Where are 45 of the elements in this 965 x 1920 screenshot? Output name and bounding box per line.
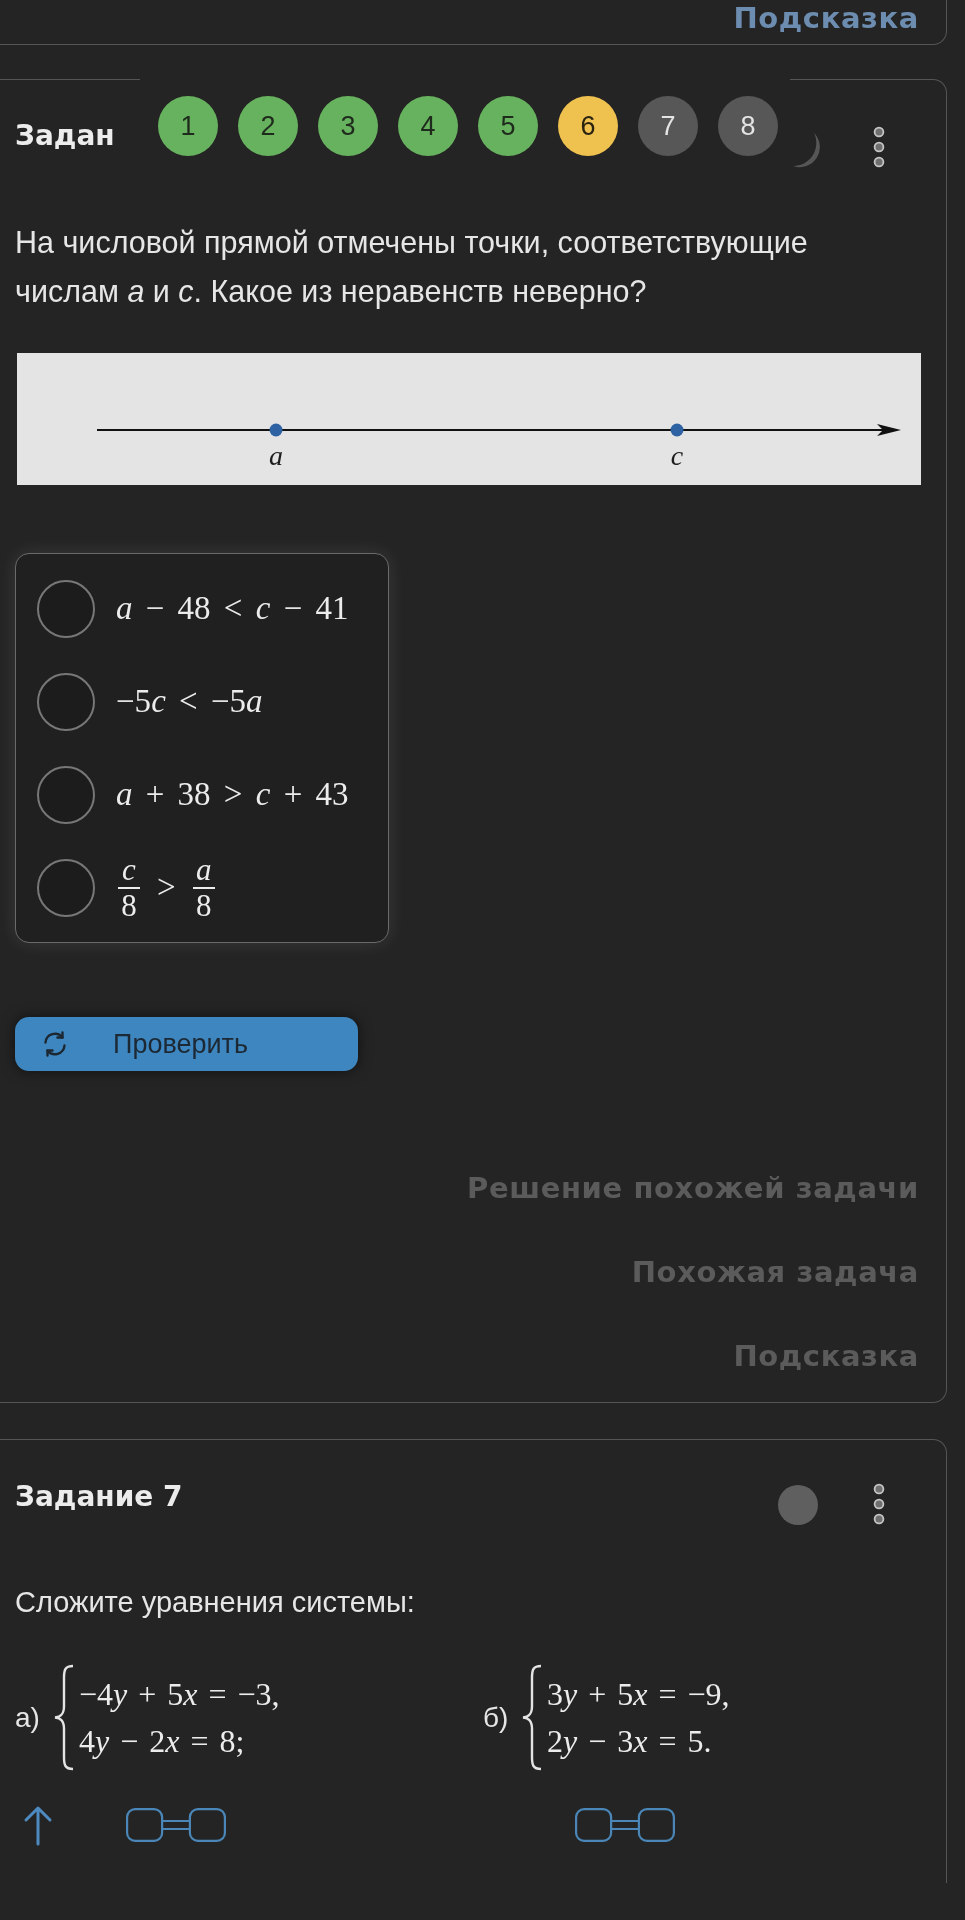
fraction-numerator: a (195, 852, 212, 887)
task-title: Задание 7 (15, 1480, 183, 1513)
curly-brace-icon (521, 1664, 543, 1771)
fraction-denominator: 8 (195, 888, 212, 923)
step-button[interactable]: 2 (238, 96, 298, 156)
equation-text: −4y + 5x = −3, (79, 1674, 280, 1714)
radio-button[interactable] (37, 579, 95, 638)
point-label: a (269, 440, 283, 471)
equation-input-icon[interactable] (575, 1808, 675, 1842)
step-button[interactable]: 5 (478, 96, 538, 156)
point-marker (670, 423, 684, 437)
relation-sign: > (157, 869, 176, 906)
point-marker (269, 423, 283, 437)
point-label: c (670, 440, 684, 471)
system-label: б) (483, 1701, 510, 1734)
more-options-icon[interactable] (873, 125, 885, 168)
status-dot-icon (778, 1484, 818, 1525)
step-button[interactable]: 7 (638, 96, 698, 156)
up-arrow-icon[interactable] (23, 1804, 53, 1846)
equation-text: 3y + 5x = −9, (547, 1674, 730, 1714)
question-text: На числовой прямой отмечены точки, соответствующие числам a и c. Какое из неравенств неверно? (15, 224, 809, 311)
hint-link[interactable]: Подсказка (733, 0, 919, 36)
radio-button[interactable] (37, 858, 95, 917)
step-button[interactable]: 3 (318, 96, 378, 156)
task-title: Задан (15, 119, 115, 152)
curly-brace-icon (53, 1664, 75, 1771)
equation-input-icon[interactable] (126, 1808, 226, 1842)
radio-button[interactable] (37, 672, 95, 731)
step-button[interactable]: 1 (158, 96, 218, 156)
fraction-denominator: 8 (121, 888, 137, 923)
more-options-icon[interactable] (873, 1482, 885, 1525)
fraction-numerator: c (122, 852, 136, 887)
system-label: а) (15, 1701, 41, 1734)
step-button[interactable]: 8 (718, 96, 778, 156)
step-button[interactable]: 6 (558, 96, 618, 156)
equation-text: 4y − 2x = 8; (79, 1721, 246, 1761)
option-text: a − 48 < c − 41 (116, 590, 349, 627)
refresh-icon (41, 1030, 69, 1058)
check-button[interactable]: Проверить (15, 1017, 358, 1071)
equation-text: 2y − 3x = 5. (547, 1721, 713, 1761)
prompt-text: Сложите уравнения системы: (15, 1585, 416, 1620)
option-text: −5c < −5a (116, 683, 263, 720)
radio-button[interactable] (37, 765, 95, 824)
step-button[interactable]: 4 (398, 96, 458, 156)
option-text: a + 38 > c + 43 (116, 776, 349, 813)
